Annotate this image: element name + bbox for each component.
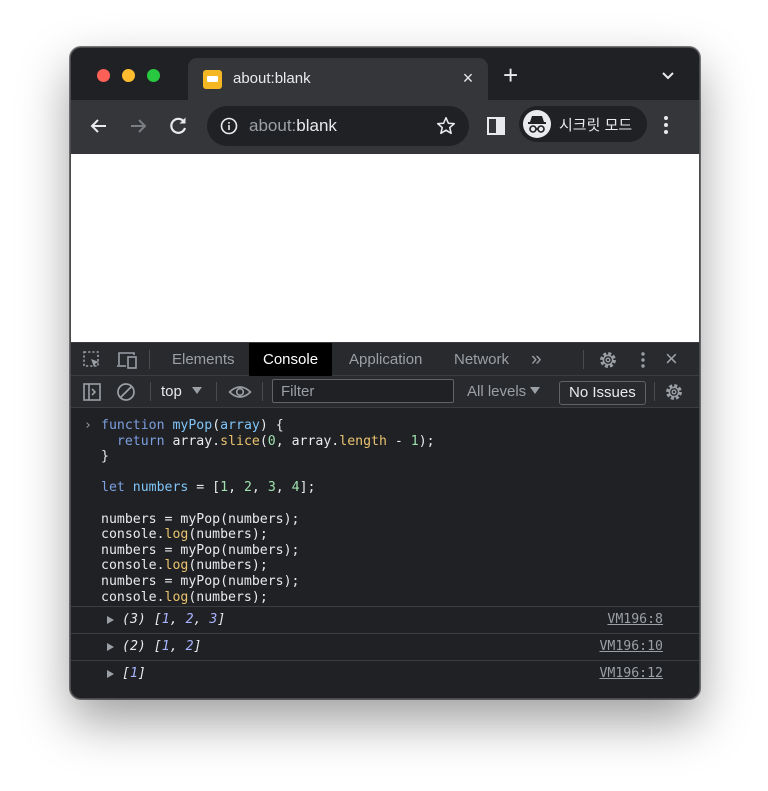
expand-triangle-icon[interactable] xyxy=(107,616,114,624)
separator xyxy=(583,350,584,369)
browser-tab[interactable]: about:blank × xyxy=(188,58,488,100)
incognito-profile-button[interactable]: 시크릿 모드 xyxy=(519,106,647,142)
browser-window: about:blank × + about:blank 시크릿 모드 Eleme… xyxy=(70,47,700,699)
log-row: (3) [1, 2, 3] VM196:8 xyxy=(71,606,699,633)
page-content xyxy=(71,154,699,342)
input-prompt-chevron-icon: › xyxy=(84,418,92,433)
context-dropdown-icon[interactable] xyxy=(192,387,202,394)
back-arrow-icon[interactable] xyxy=(87,114,113,140)
minimize-window-button[interactable] xyxy=(122,69,135,82)
live-expression-eye-icon[interactable] xyxy=(228,383,252,406)
close-window-button[interactable] xyxy=(97,69,110,82)
tab-search-chevron-icon[interactable] xyxy=(661,68,675,86)
incognito-label: 시크릿 모드 xyxy=(559,117,633,134)
more-vertical-icon[interactable] xyxy=(640,351,646,374)
side-panel-icon[interactable] xyxy=(487,117,505,140)
log-source-link[interactable]: VM196:12 xyxy=(599,666,663,681)
device-toolbar-icon[interactable] xyxy=(116,350,138,375)
separator xyxy=(262,382,263,401)
more-tabs-icon[interactable]: » xyxy=(517,343,556,376)
separator xyxy=(150,382,151,401)
log-levels-dropdown[interactable]: All levels xyxy=(467,383,526,400)
forward-arrow-icon[interactable] xyxy=(126,114,152,140)
issues-button[interactable]: No Issues xyxy=(559,381,646,405)
filter-input[interactable] xyxy=(272,379,454,403)
log-source-link[interactable]: VM196:10 xyxy=(599,639,663,654)
new-tab-button[interactable]: + xyxy=(503,62,518,88)
tab-console[interactable]: Console xyxy=(249,343,333,376)
devtools-tab-bar: Elements Console Application Network » × xyxy=(71,342,699,376)
more-vertical-icon[interactable] xyxy=(663,114,669,141)
expand-triangle-icon[interactable] xyxy=(107,643,114,651)
address-bar[interactable]: about:blank xyxy=(207,106,469,146)
toolbar: about:blank 시크릿 모드 xyxy=(71,100,699,154)
console-toolbar: top All levels No Issues xyxy=(71,376,699,408)
console-settings-gear-icon[interactable] xyxy=(664,382,684,407)
tab-elements[interactable]: Elements xyxy=(158,343,249,376)
context-selector[interactable]: top xyxy=(161,383,182,400)
bookmark-star-icon[interactable] xyxy=(435,115,457,142)
levels-dropdown-icon[interactable] xyxy=(530,387,540,394)
separator xyxy=(149,350,150,369)
inspect-element-icon[interactable] xyxy=(82,350,102,375)
log-array[interactable]: (3) [1, 2, 3] xyxy=(122,612,225,627)
tab-close-button[interactable]: × xyxy=(458,67,478,89)
separator xyxy=(654,382,655,401)
console-input-code[interactable]: function myPop(array) { return array.sli… xyxy=(101,418,435,605)
console-output[interactable]: › function myPop(array) { return array.s… xyxy=(71,408,699,698)
log-row: [1] VM196:12 xyxy=(71,660,699,687)
separator xyxy=(216,382,217,401)
url-text[interactable]: about:blank xyxy=(249,116,337,136)
reload-icon[interactable] xyxy=(166,114,192,140)
sidebar-toggle-icon[interactable] xyxy=(82,382,102,407)
expand-triangle-icon[interactable] xyxy=(107,670,114,678)
log-row: (2) [1, 2] VM196:10 xyxy=(71,633,699,660)
close-devtools-icon[interactable]: × xyxy=(665,346,678,372)
log-array[interactable]: [1] xyxy=(122,666,146,681)
title-bar: about:blank × + xyxy=(71,48,699,100)
log-source-link[interactable]: VM196:8 xyxy=(607,612,663,627)
favicon-icon xyxy=(203,70,222,89)
info-icon[interactable] xyxy=(220,117,238,140)
devtools-panel: Elements Console Application Network » ×… xyxy=(71,342,699,698)
incognito-icon xyxy=(523,110,551,138)
clear-console-icon[interactable] xyxy=(116,382,136,407)
tab-title: about:blank xyxy=(233,70,311,87)
maximize-window-button[interactable] xyxy=(147,69,160,82)
tab-application[interactable]: Application xyxy=(335,343,436,376)
settings-gear-icon[interactable] xyxy=(598,350,618,375)
log-array[interactable]: (2) [1, 2] xyxy=(122,639,201,654)
tab-network[interactable]: Network xyxy=(440,343,523,376)
